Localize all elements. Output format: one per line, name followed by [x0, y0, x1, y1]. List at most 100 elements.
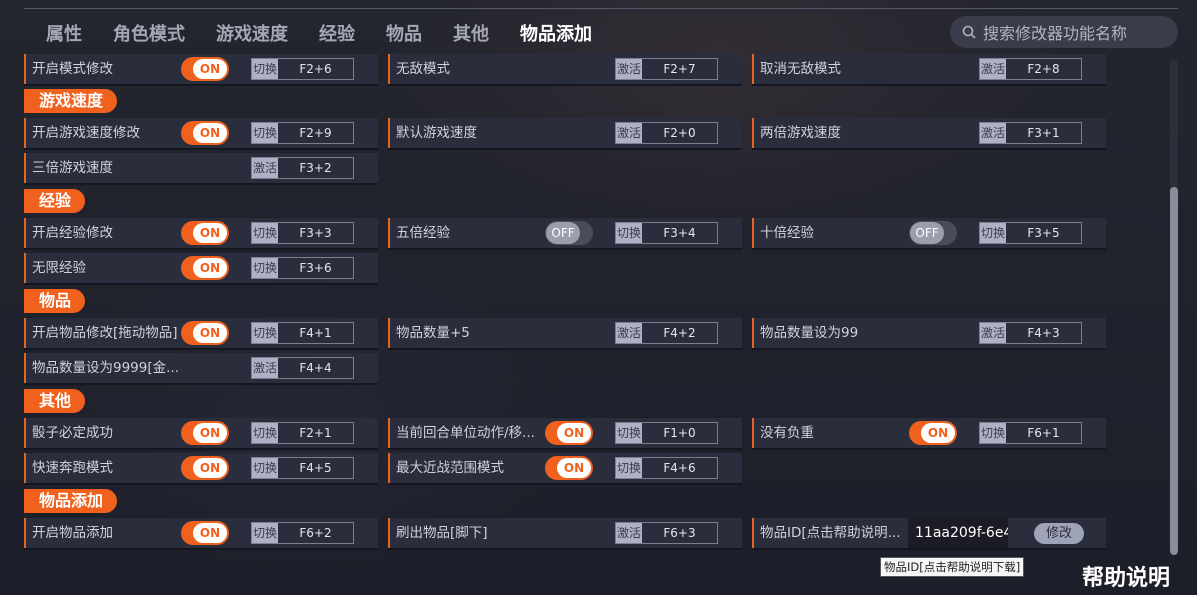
- tab-add-items[interactable]: 物品添加: [520, 20, 592, 46]
- scrollbar-thumb[interactable]: [1170, 187, 1178, 555]
- option-label: 十倍经验: [760, 225, 814, 241]
- item-id-input[interactable]: 11aa209f-6e4: [908, 518, 1008, 548]
- option-exp-10x: 十倍经验 OFF 切换 F3+5: [752, 218, 1106, 248]
- hotkey-keys: F4+2: [663, 326, 696, 340]
- option-label: 开启经验修改: [32, 225, 113, 241]
- hotkey-box[interactable]: 切换 F6+1: [979, 422, 1082, 444]
- toggle-switch[interactable]: ON: [181, 421, 229, 445]
- option-label: 当前回合单位动作/移...: [396, 425, 535, 441]
- hotkey-box[interactable]: 切换 F3+3: [251, 222, 354, 244]
- toggle-switch[interactable]: ON: [181, 256, 229, 280]
- tab-items[interactable]: 物品: [386, 20, 422, 46]
- divider: [24, 8, 1178, 9]
- tab-character-mode[interactable]: 角色模式: [113, 20, 185, 46]
- option-label: 两倍游戏速度: [760, 125, 841, 141]
- hotkey-keys: F6+3: [663, 526, 696, 540]
- hotkey-box[interactable]: 切换 F2+9: [251, 122, 354, 144]
- option-label: 取消无敌模式: [760, 61, 841, 77]
- hotkey-keys: F1+0: [663, 426, 696, 440]
- hotkey-action: 激活: [980, 323, 1006, 343]
- tab-attributes[interactable]: 属性: [46, 20, 82, 46]
- hotkey-box[interactable]: 激活 F2+0: [615, 122, 718, 144]
- tab-experience[interactable]: 经验: [319, 20, 355, 46]
- hotkey-box[interactable]: 激活 F4+2: [615, 322, 718, 344]
- hotkey-action: 切换: [980, 423, 1006, 443]
- hotkey-keys: F3+3: [299, 226, 332, 240]
- hotkey-action: 激活: [616, 123, 642, 143]
- tab-other[interactable]: 其他: [453, 20, 489, 46]
- hotkey-box[interactable]: 切换 F4+5: [251, 457, 354, 479]
- help-button[interactable]: 帮助说明: [1082, 560, 1170, 592]
- hotkey-keys: F2+0: [663, 126, 696, 140]
- hotkey-box[interactable]: 激活 F6+3: [615, 522, 718, 544]
- hotkey-action: 切换: [252, 123, 278, 143]
- option-exp-infinite: 无限经验 ON 切换 F3+6: [24, 253, 378, 283]
- toggle-switch[interactable]: ON: [181, 121, 229, 145]
- option-speed-default: 默认游戏速度 激活 F2+0: [388, 118, 742, 148]
- hotkey-action: 激活: [252, 158, 278, 178]
- toggle-switch[interactable]: ON: [181, 521, 229, 545]
- hotkey-box[interactable]: 切换 F2+1: [251, 422, 354, 444]
- toggle-switch[interactable]: ON: [909, 421, 957, 445]
- option-dice: 骰子必定成功 ON 切换 F2+1: [24, 418, 378, 448]
- hotkey-box[interactable]: 激活 F2+7: [615, 58, 718, 80]
- hotkey-keys: F4+6: [663, 461, 696, 475]
- option-label: 物品数量设为99: [760, 325, 859, 341]
- option-label: 开启物品修改[拖动物品]: [32, 325, 178, 341]
- section-header-game-speed: 游戏速度: [24, 89, 118, 113]
- hotkey-box[interactable]: 激活 F3+1: [979, 122, 1082, 144]
- toggle-switch[interactable]: ON: [545, 456, 593, 480]
- hotkey-box[interactable]: 激活 F2+8: [979, 58, 1082, 80]
- option-label: 三倍游戏速度: [32, 160, 113, 176]
- hotkey-keys: F2+1: [299, 426, 332, 440]
- hotkey-keys: F2+6: [299, 62, 332, 76]
- toggle-switch[interactable]: ON: [181, 57, 229, 81]
- hotkey-box[interactable]: 切换 F4+1: [251, 322, 354, 344]
- hotkey-box[interactable]: 激活 F4+4: [251, 357, 354, 379]
- hotkey-box[interactable]: 切换 F3+5: [979, 222, 1082, 244]
- option-spawn-item: 刷出物品[脚下] 激活 F6+3: [388, 518, 742, 548]
- hotkey-box[interactable]: 切换 F4+6: [615, 457, 718, 479]
- hotkey-box[interactable]: 切换 F1+0: [615, 422, 718, 444]
- hotkey-keys: F3+1: [1027, 126, 1060, 140]
- section-header-experience: 经验: [24, 189, 86, 213]
- scrollbar[interactable]: [1170, 60, 1178, 555]
- section-header-items: 物品: [24, 289, 86, 313]
- hotkey-box[interactable]: 切换 F2+6: [251, 58, 354, 80]
- hotkey-box[interactable]: 切换 F3+4: [615, 222, 718, 244]
- option-no-weight: 没有负重 ON 切换 F6+1: [752, 418, 1106, 448]
- hotkey-keys: F4+3: [1027, 326, 1060, 340]
- toggle-switch[interactable]: ON: [181, 221, 229, 245]
- hotkey-keys: F3+2: [299, 161, 332, 175]
- hotkey-action: 切换: [980, 223, 1006, 243]
- tab-game-speed[interactable]: 游戏速度: [216, 20, 288, 46]
- toggle-switch[interactable]: ON: [181, 321, 229, 345]
- tooltip: 物品ID[点击帮助说明下载]: [880, 557, 1025, 577]
- hotkey-box[interactable]: 激活 F3+2: [251, 157, 354, 179]
- search-icon: [962, 25, 976, 39]
- hotkey-action: 切换: [616, 223, 642, 243]
- toggle-switch[interactable]: ON: [181, 456, 229, 480]
- option-speed-2x: 两倍游戏速度 激活 F3+1: [752, 118, 1106, 148]
- hotkey-keys: F4+1: [299, 326, 332, 340]
- toggle-switch[interactable]: OFF: [545, 221, 593, 245]
- hotkey-box[interactable]: 切换 F3+6: [251, 257, 354, 279]
- option-label: 最大近战范围模式: [396, 460, 504, 476]
- hotkey-action: 切换: [252, 423, 278, 443]
- hotkey-action: 切换: [252, 59, 278, 79]
- hotkey-action: 激活: [980, 123, 1006, 143]
- hotkey-action: 激活: [616, 59, 642, 79]
- hotkey-box[interactable]: 激活 F4+3: [979, 322, 1082, 344]
- category-tabs: 属性 角色模式 游戏速度 经验 物品 其他 物品添加: [46, 20, 623, 46]
- option-mode-enable: 开启模式修改 ON 切换 F2+6: [24, 54, 378, 84]
- option-label: 开启物品添加: [32, 525, 113, 541]
- option-cancel-invincible: 取消无敌模式 激活 F2+8: [752, 54, 1106, 84]
- search-input[interactable]: 搜索修改器功能名称: [950, 16, 1178, 48]
- hotkey-keys: F3+6: [299, 261, 332, 275]
- option-item-99: 物品数量设为99 激活 F4+3: [752, 318, 1106, 348]
- toggle-switch[interactable]: ON: [545, 421, 593, 445]
- hotkey-box[interactable]: 切换 F6+2: [251, 522, 354, 544]
- hotkey-keys: F3+5: [1027, 226, 1060, 240]
- modify-button[interactable]: 修改: [1034, 523, 1084, 544]
- toggle-switch[interactable]: OFF: [909, 221, 957, 245]
